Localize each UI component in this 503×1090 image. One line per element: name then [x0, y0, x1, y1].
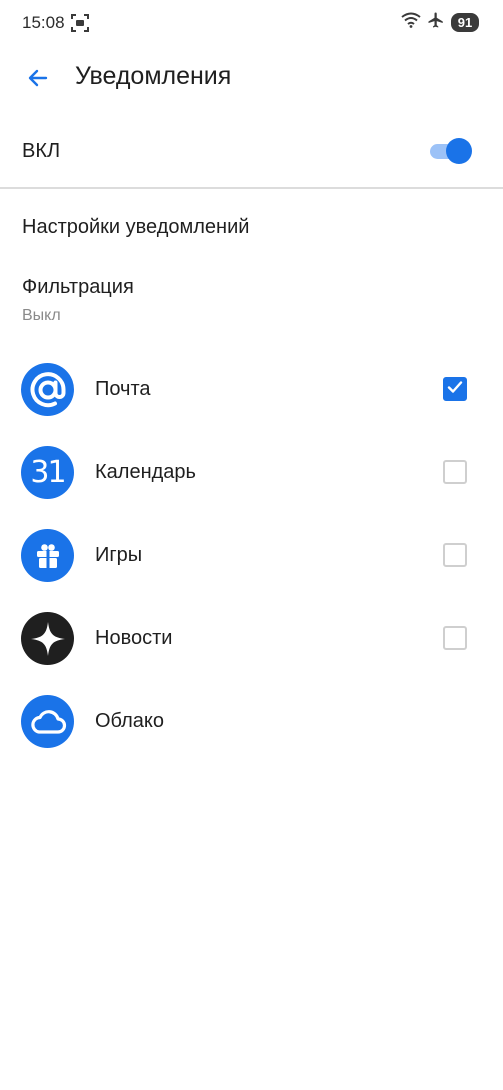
- status-time: 15:08: [22, 13, 65, 32]
- sparkle-icon: [21, 612, 74, 665]
- notifications-toggle-row[interactable]: ВКЛ: [0, 124, 503, 180]
- app-row-calendar[interactable]: 31 Календарь: [0, 441, 503, 505]
- app-bar: Уведомления: [0, 54, 503, 102]
- cloud-icon: [21, 695, 74, 748]
- app-label: Игры: [95, 544, 143, 566]
- app-label: Новости: [95, 627, 173, 649]
- notifications-switch[interactable]: [430, 138, 474, 164]
- app-label: Облако: [95, 710, 165, 732]
- calendar-icon: 31: [21, 446, 74, 499]
- filter-setting[interactable]: Фильтрация Выкл: [22, 276, 134, 325]
- gift-icon: [21, 529, 74, 582]
- battery-icon: 91: [451, 13, 479, 32]
- toggle-label: ВКЛ: [22, 140, 61, 162]
- back-button[interactable]: [22, 62, 54, 94]
- calendar-icon-text: 31: [30, 455, 66, 490]
- app-row-mail[interactable]: Почта: [0, 358, 503, 422]
- airplane-icon: [427, 11, 445, 34]
- section-heading: Настройки уведомлений: [22, 216, 250, 238]
- app-row-news[interactable]: Новости: [0, 607, 503, 671]
- arrow-left-icon: [22, 69, 54, 98]
- games-checkbox[interactable]: [443, 543, 467, 567]
- page-title: Уведомления: [75, 62, 232, 90]
- filter-value: Выкл: [22, 307, 61, 324]
- filter-title: Фильтрация: [22, 276, 134, 298]
- mail-at-icon: [21, 363, 74, 416]
- switch-thumb: [446, 138, 472, 164]
- divider: [0, 187, 503, 189]
- app-label: Календарь: [95, 461, 196, 483]
- check-icon: [446, 378, 464, 401]
- mail-checkbox[interactable]: [443, 377, 467, 401]
- screen-record-icon: [71, 14, 89, 37]
- calendar-checkbox[interactable]: [443, 460, 467, 484]
- app-row-cloud[interactable]: Облако: [0, 690, 503, 754]
- news-checkbox[interactable]: [443, 626, 467, 650]
- wifi-icon: [401, 12, 421, 33]
- app-row-games[interactable]: Игры: [0, 524, 503, 588]
- status-bar: 15:08 91: [0, 0, 503, 46]
- app-label: Почта: [95, 378, 151, 400]
